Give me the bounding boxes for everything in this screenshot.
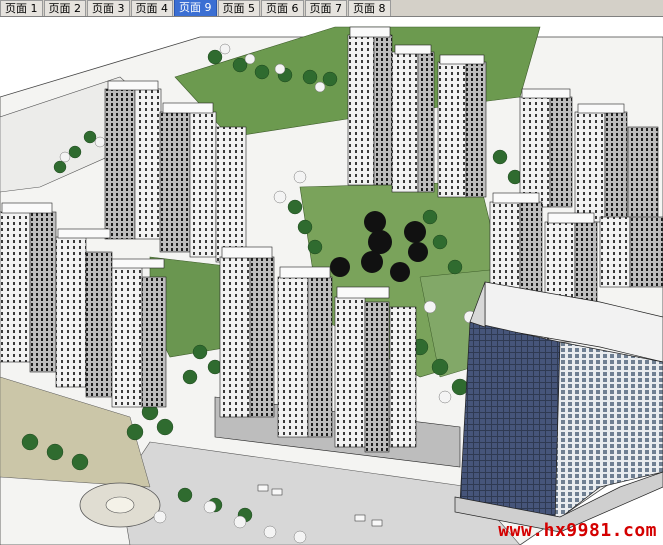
scene-tab-4[interactable]: 页面 4 <box>130 0 173 16</box>
scene-tab-9[interactable]: 页面 9 <box>174 0 217 16</box>
scene-tab-7[interactable]: 页面 7 <box>304 0 347 16</box>
model-viewport[interactable]: www.hx9981.com <box>0 17 663 545</box>
scene-tab-6[interactable]: 页面 6 <box>261 0 304 16</box>
scene-tab-3[interactable]: 页面 3 <box>87 0 130 16</box>
site-watermark: www.hx9981.com <box>498 520 657 541</box>
scene-tab-8[interactable]: 页面 8 <box>348 0 391 16</box>
scene-tab-5[interactable]: 页面 5 <box>217 0 260 16</box>
scene-tab-bar: 页面 1 页面 2 页面 3 页面 4 页面 9 页面 5 页面 6 页面 7 … <box>0 0 663 17</box>
city-model-render <box>0 17 663 545</box>
scene-tab-2[interactable]: 页面 2 <box>43 0 86 16</box>
scene-tab-1[interactable]: 页面 1 <box>0 0 43 16</box>
